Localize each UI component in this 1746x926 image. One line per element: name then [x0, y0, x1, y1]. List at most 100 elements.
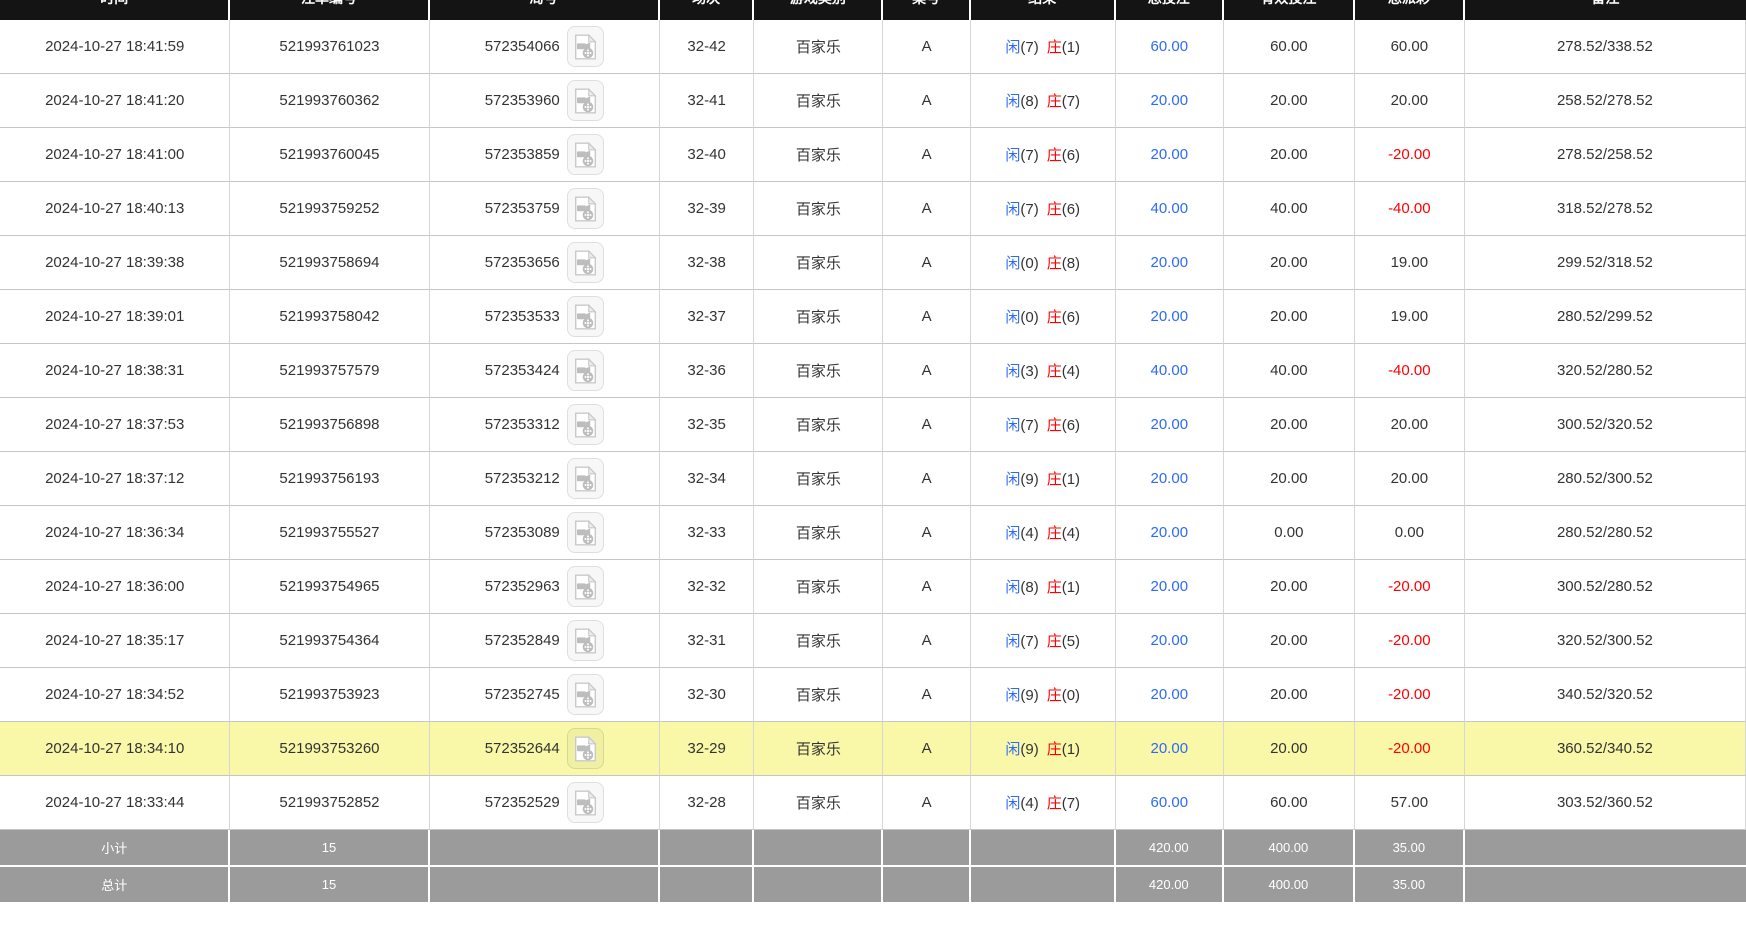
total-bet-cell: 20.00 — [1116, 614, 1224, 668]
round-number-cell: 572352963 — [430, 560, 660, 614]
video-replay-button[interactable] — [567, 242, 604, 283]
total-bet-link[interactable]: 20.00 — [1151, 416, 1189, 433]
video-replay-button[interactable] — [567, 566, 604, 607]
video-replay-button[interactable] — [567, 728, 604, 769]
table-row[interactable]: 2024-10-27 18:34:52521993753923572352745… — [0, 668, 1746, 722]
video-replay-button[interactable] — [567, 620, 604, 661]
table-row[interactable]: 2024-10-27 18:40:13521993759252572353759… — [0, 182, 1746, 236]
column-header-payout[interactable]: 总派彩 — [1355, 0, 1465, 20]
column-header-session[interactable]: 场次 — [660, 0, 754, 20]
round-number-cell: 572353424 — [430, 344, 660, 398]
total-bet-link[interactable]: 20.00 — [1151, 740, 1189, 757]
player-label: 闲 — [1005, 363, 1020, 380]
column-header-game_type[interactable]: 游戏类别 — [754, 0, 883, 20]
table-row[interactable]: 2024-10-27 18:41:20521993760362572353960… — [0, 74, 1746, 128]
order-number-cell: 521993752852 — [230, 776, 429, 830]
total-bet-link[interactable]: 20.00 — [1151, 524, 1189, 541]
total-bet-cell: 60.00 — [1116, 20, 1224, 74]
total-bet-link[interactable]: 20.00 — [1151, 254, 1189, 271]
video-replay-button[interactable] — [567, 134, 604, 175]
table-row[interactable]: 2024-10-27 18:41:59521993761023572354066… — [0, 20, 1746, 74]
game-type-cell: 百家乐 — [754, 236, 883, 290]
payout-cell: -40.00 — [1355, 344, 1465, 398]
order-number-cell: 521993756193 — [230, 452, 429, 506]
total-bet-cell: 20.00 — [1116, 74, 1224, 128]
video-replay-button[interactable] — [567, 458, 604, 499]
total-bet-link[interactable]: 20.00 — [1151, 92, 1189, 109]
bet-records-table: 时间注单编号局号场次游戏类别桌号结果总投注有效投注总派彩备注 2024-10-2… — [0, 0, 1746, 902]
time-cell: 2024-10-27 18:36:00 — [0, 560, 230, 614]
valid-bet-cell: 20.00 — [1224, 722, 1355, 776]
video-file-icon — [574, 412, 597, 438]
player-label: 闲 — [1005, 795, 1020, 812]
total-bet-link[interactable]: 60.00 — [1151, 38, 1189, 55]
column-header-time[interactable]: 时间 — [0, 0, 230, 20]
video-file-icon — [574, 250, 597, 276]
video-replay-button[interactable] — [567, 80, 604, 121]
column-header-result[interactable]: 结果 — [971, 0, 1116, 20]
video-replay-button[interactable] — [567, 296, 604, 337]
table-row[interactable]: 2024-10-27 18:37:53521993756898572353312… — [0, 398, 1746, 452]
player-count: (8) — [1020, 579, 1038, 596]
total-bet-cell: 40.00 — [1116, 182, 1224, 236]
round-number: 572353089 — [485, 524, 560, 541]
column-header-order_no[interactable]: 注单编号 — [230, 0, 429, 20]
video-replay-button[interactable] — [567, 26, 604, 67]
table-row[interactable]: 2024-10-27 18:37:12521993756193572353212… — [0, 452, 1746, 506]
total-bet-link[interactable]: 40.00 — [1151, 200, 1189, 217]
video-replay-button[interactable] — [567, 350, 604, 391]
total-row: 总计15420.00400.0035.00 — [0, 867, 1746, 902]
table-row[interactable]: 2024-10-27 18:33:44521993752852572352529… — [0, 776, 1746, 830]
game-type-cell: 百家乐 — [754, 452, 883, 506]
video-replay-button[interactable] — [567, 512, 604, 553]
table-row-highlighted[interactable]: 2024-10-27 18:34:10521993753260572352644… — [0, 722, 1746, 776]
table-row[interactable]: 2024-10-27 18:39:01521993758042572353533… — [0, 290, 1746, 344]
video-replay-button[interactable] — [567, 782, 604, 823]
player-count: (9) — [1020, 471, 1038, 488]
remark-cell: 278.52/258.52 — [1465, 128, 1746, 182]
order-number-cell: 521993757579 — [230, 344, 429, 398]
video-replay-button[interactable] — [567, 188, 604, 229]
table-row[interactable]: 2024-10-27 18:39:38521993758694572353656… — [0, 236, 1746, 290]
column-header-round_no[interactable]: 局号 — [430, 0, 660, 20]
column-header-table_no[interactable]: 桌号 — [883, 0, 970, 20]
video-file-icon — [574, 142, 597, 168]
table-row[interactable]: 2024-10-27 18:36:34521993755527572353089… — [0, 506, 1746, 560]
footer-session-cell — [660, 830, 754, 867]
table-row[interactable]: 2024-10-27 18:38:31521993757579572353424… — [0, 344, 1746, 398]
table-row[interactable]: 2024-10-27 18:41:00521993760045572353859… — [0, 128, 1746, 182]
result-cell: 闲(3)庄(4) — [971, 344, 1116, 398]
total-bet-link[interactable]: 20.00 — [1151, 632, 1189, 649]
total-bet-link[interactable]: 40.00 — [1151, 362, 1189, 379]
total-bet-link[interactable]: 20.00 — [1151, 146, 1189, 163]
video-replay-button[interactable] — [567, 404, 604, 445]
total-bet-link[interactable]: 60.00 — [1151, 794, 1189, 811]
banker-label: 庄 — [1047, 795, 1062, 812]
round-number-cell: 572353212 — [430, 452, 660, 506]
banker-label: 庄 — [1047, 147, 1062, 164]
player-count: (0) — [1020, 309, 1038, 326]
column-header-valid_bet[interactable]: 有效投注 — [1224, 0, 1355, 20]
table-row[interactable]: 2024-10-27 18:35:17521993754364572352849… — [0, 614, 1746, 668]
total-bet-link[interactable]: 20.00 — [1151, 686, 1189, 703]
table-row[interactable]: 2024-10-27 18:36:00521993754965572352963… — [0, 560, 1746, 614]
session-cell: 32-33 — [660, 506, 754, 560]
total-bet-link[interactable]: 20.00 — [1151, 470, 1189, 487]
video-file-icon — [574, 358, 597, 384]
total-bet-link[interactable]: 20.00 — [1151, 308, 1189, 325]
round-number-cell: 572352849 — [430, 614, 660, 668]
game-type-cell: 百家乐 — [754, 128, 883, 182]
time-cell: 2024-10-27 18:39:38 — [0, 236, 230, 290]
column-header-total_bet[interactable]: 总投注 — [1116, 0, 1224, 20]
column-header-remark[interactable]: 备注 — [1465, 0, 1746, 20]
banker-label: 庄 — [1047, 471, 1062, 488]
total-bet-link[interactable]: 20.00 — [1151, 578, 1189, 595]
video-replay-button[interactable] — [567, 674, 604, 715]
result-cell: 闲(4)庄(4) — [971, 506, 1116, 560]
banker-label: 庄 — [1047, 741, 1062, 758]
result-cell: 闲(9)庄(1) — [971, 722, 1116, 776]
payout-cell: 60.00 — [1355, 20, 1465, 74]
total-bet-cell: 20.00 — [1116, 290, 1224, 344]
session-cell: 32-30 — [660, 668, 754, 722]
session-cell: 32-39 — [660, 182, 754, 236]
